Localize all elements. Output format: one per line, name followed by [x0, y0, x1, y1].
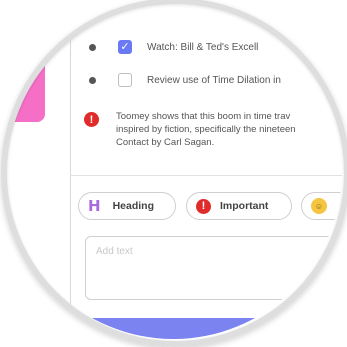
exclamation-circle-icon: ! [84, 112, 99, 127]
note-text: Toomey shows that this boom in time trav… [116, 110, 342, 149]
heading-h-icon: H [88, 197, 101, 215]
task-item[interactable]: Review use of Time Dilation in [89, 70, 281, 90]
note-line: Contact by Carl Sagan. [116, 137, 215, 148]
pink-sidebar-strip [5, 42, 45, 122]
heading-button-label: Heading [112, 200, 154, 212]
add-text-input[interactable]: Add text [85, 236, 342, 300]
task-label: Review use of Time Dilation in [147, 74, 281, 86]
submit-bar[interactable] [85, 318, 342, 339]
pane-divider [70, 2, 71, 339]
exclamation-circle-icon: ! [196, 198, 211, 214]
magnified-view: ✓ Watch: Bill & Ted's Excell Review use … [5, 2, 342, 339]
task-item[interactable]: ✓ Watch: Bill & Ted's Excell [89, 37, 258, 57]
task-checkbox-unchecked[interactable] [118, 73, 132, 87]
toolbar-divider [70, 175, 342, 176]
check-icon: ✓ [120, 40, 130, 53]
bullet-icon [89, 43, 96, 51]
task-label: Watch: Bill & Ted's Excell [147, 41, 259, 53]
emoji-icon: ☺ [311, 198, 327, 214]
important-button-label: Important [220, 200, 269, 212]
heading-button[interactable]: H Heading [78, 192, 176, 220]
important-note: ! Toomey shows that this boom in time tr… [84, 110, 342, 149]
bullet-icon [89, 76, 96, 84]
add-text-placeholder: Add text [96, 246, 133, 257]
emoji-button[interactable]: ☺ [301, 192, 342, 220]
task-checkbox-checked[interactable]: ✓ [118, 40, 132, 54]
important-button[interactable]: ! Important [186, 192, 292, 220]
note-line: Toomey shows that this boom in time trav [116, 111, 291, 122]
note-line: inspired by fiction, specifically the ni… [116, 124, 296, 135]
magnifier-stage: ✓ Watch: Bill & Ted's Excell Review use … [0, 0, 347, 347]
